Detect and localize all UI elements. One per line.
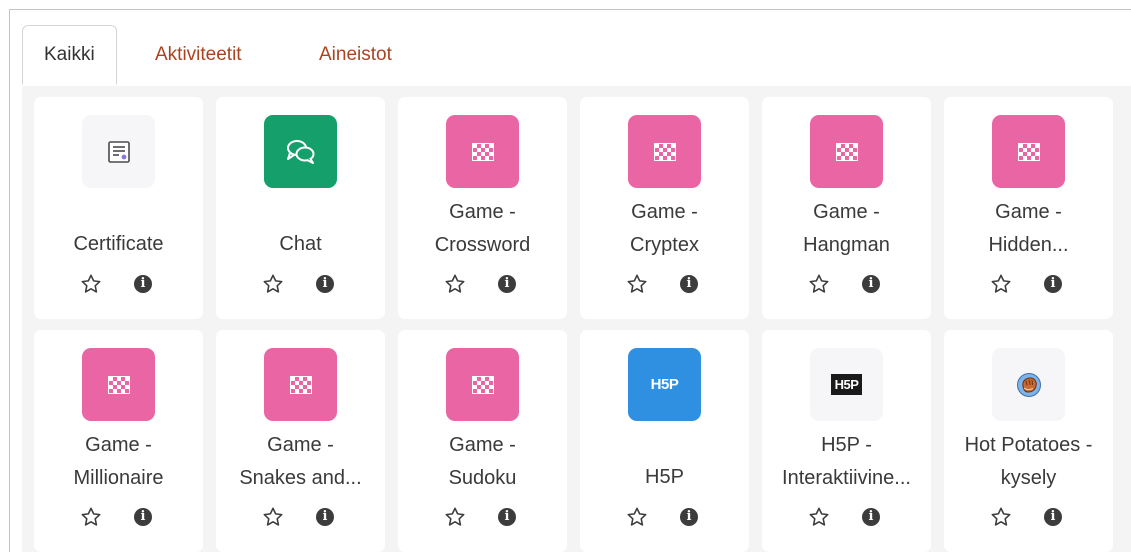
game-icon (628, 115, 701, 188)
module-name: H5P - Interaktiivine... (782, 434, 911, 489)
module-name: Game - Crossword (434, 201, 531, 256)
game-icon (264, 348, 337, 421)
info-icon[interactable]: i (134, 275, 152, 293)
module-name: Game - Sudoku (448, 434, 517, 489)
module-name: Game - Snakes and... (239, 434, 362, 489)
module-name: H5P (645, 466, 684, 488)
module-card-game-hidden[interactable]: Game - Hidden... i (944, 97, 1113, 319)
game-icon (992, 115, 1065, 188)
info-icon[interactable]: i (316, 275, 334, 293)
info-icon[interactable]: i (498, 508, 516, 526)
module-name: Game - Hangman (803, 201, 890, 256)
module-card-game-crossword[interactable]: Game - Crossword i (398, 97, 567, 319)
chat-icon (264, 115, 337, 188)
module-card-hot-potatoes[interactable]: Hot Potatoes - kysely i (944, 330, 1113, 552)
star-icon[interactable] (80, 506, 102, 528)
game-icon (810, 115, 883, 188)
star-icon[interactable] (444, 273, 466, 295)
star-icon[interactable] (990, 506, 1012, 528)
info-icon[interactable]: i (680, 275, 698, 293)
info-icon[interactable]: i (498, 275, 516, 293)
info-icon[interactable]: i (862, 508, 880, 526)
module-card-game-cryptex[interactable]: Game - Cryptex i (580, 97, 749, 319)
info-icon[interactable]: i (680, 508, 698, 526)
certificate-icon (82, 115, 155, 188)
info-icon[interactable]: i (1044, 275, 1062, 293)
chooser-tabs: Kaikki Aktiviteetit Aineistot (22, 25, 1131, 87)
module-card-h5p-interactive[interactable]: H5P H5P - Interaktiivine... i (762, 330, 931, 552)
module-name: Chat (279, 233, 322, 255)
star-icon[interactable] (990, 273, 1012, 295)
h5p-icon: H5P (628, 348, 701, 421)
module-card-game-sudoku[interactable]: Game - Sudoku i (398, 330, 567, 552)
module-name: Certificate (73, 233, 164, 255)
game-icon (82, 348, 155, 421)
star-icon[interactable] (444, 506, 466, 528)
star-icon[interactable] (808, 273, 830, 295)
tab-aktiviteetit[interactable]: Aktiviteetit (145, 25, 252, 85)
module-grid: Certificate i Chat i Game - Crossword i … (22, 86, 1131, 552)
module-card-certificate[interactable]: Certificate i (34, 97, 203, 319)
module-card-chat[interactable]: Chat i (216, 97, 385, 319)
star-icon[interactable] (808, 506, 830, 528)
module-card-game-hangman[interactable]: Game - Hangman i (762, 97, 931, 319)
info-icon[interactable]: i (1044, 508, 1062, 526)
star-icon[interactable] (262, 506, 284, 528)
info-icon[interactable]: i (862, 275, 880, 293)
info-icon[interactable]: i (134, 508, 152, 526)
module-name: Game - Hidden... (988, 201, 1069, 256)
module-name: Game - Cryptex (630, 201, 699, 256)
tab-aineistot[interactable]: Aineistot (309, 25, 402, 85)
module-name: Game - Millionaire (73, 434, 164, 489)
star-icon[interactable] (626, 506, 648, 528)
star-icon[interactable] (80, 273, 102, 295)
h5p-interactive-icon: H5P (810, 348, 883, 421)
game-icon (446, 348, 519, 421)
module-card-h5p[interactable]: H5P H5P i (580, 330, 749, 552)
info-icon[interactable]: i (316, 508, 334, 526)
tab-kaikki[interactable]: Kaikki (22, 25, 117, 85)
hot-potatoes-icon (992, 348, 1065, 421)
star-icon[interactable] (626, 273, 648, 295)
star-icon[interactable] (262, 273, 284, 295)
module-card-game-snakes[interactable]: Game - Snakes and... i (216, 330, 385, 552)
module-name: Hot Potatoes - kysely (964, 434, 1093, 489)
module-card-game-millionaire[interactable]: Game - Millionaire i (34, 330, 203, 552)
game-icon (446, 115, 519, 188)
